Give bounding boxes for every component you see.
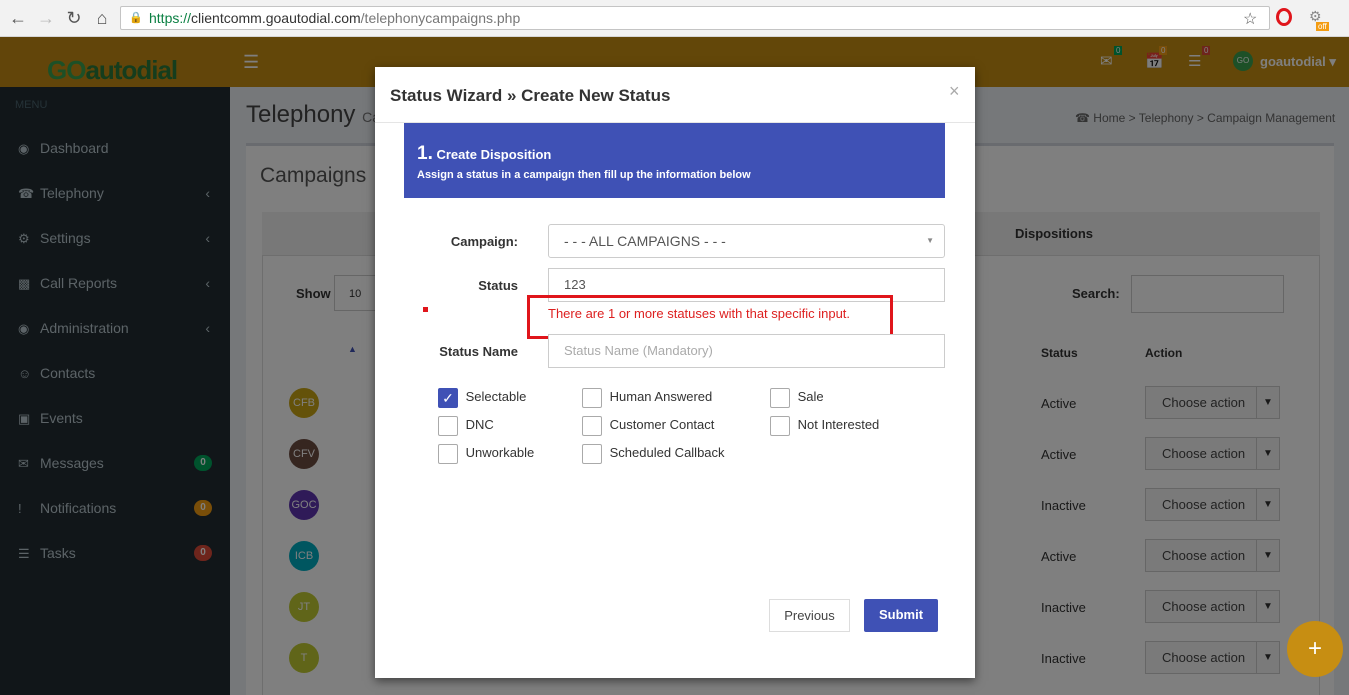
forward-arrow-icon[interactable]: →: [36, 8, 56, 28]
wizard-step-header: 1. Create Disposition Assign a status in…: [404, 123, 945, 198]
campaign-label: Campaign:: [450, 234, 518, 249]
reload-icon[interactable]: ↻: [64, 8, 84, 28]
checkbox-dnc[interactable]: DNC: [438, 416, 494, 436]
home-icon[interactable]: ⌂: [92, 8, 112, 28]
checkbox-unworkable[interactable]: Unworkable: [438, 444, 534, 464]
add-floating-button[interactable]: +: [1287, 621, 1343, 677]
status-name-input[interactable]: Status Name (Mandatory): [548, 334, 945, 368]
extension-badge: off: [1316, 22, 1329, 31]
address-bar[interactable]: https://clientcomm.goautodial.com/teleph…: [120, 6, 1270, 30]
status-label: Status: [478, 278, 518, 293]
star-icon[interactable]: ☆: [1243, 9, 1257, 29]
checkbox-scheduled-callback[interactable]: Scheduled Callback: [582, 444, 725, 464]
step-title: Create Disposition: [436, 147, 552, 162]
checkbox-sale[interactable]: Sale: [770, 388, 824, 408]
url-host: clientcomm.goautodial.com: [191, 10, 361, 26]
checkbox-human-answered[interactable]: Human Answered: [582, 388, 712, 408]
close-icon[interactable]: ×: [949, 81, 960, 102]
modal-title: Status Wizard » Create New Status: [390, 86, 671, 105]
url-protocol: https://: [149, 10, 192, 26]
checkbox-not-interested[interactable]: Not Interested: [770, 416, 879, 436]
url-path: /telephonycampaigns.php: [360, 10, 521, 26]
back-arrow-icon[interactable]: ←: [8, 8, 28, 28]
opera-icon[interactable]: [1276, 8, 1292, 26]
checkbox-customer-contact[interactable]: Customer Contact: [582, 416, 714, 436]
status-wizard-modal: Status Wizard » Create New Status × 1. C…: [375, 67, 975, 678]
step-number: 1.: [417, 143, 433, 164]
check-icon: ✓: [438, 388, 458, 408]
status-name-label: Status Name: [439, 344, 518, 359]
chevron-down-icon: ▼: [926, 236, 934, 245]
error-marker: [423, 307, 428, 312]
submit-button[interactable]: Submit: [864, 599, 938, 632]
status-error-message: There are 1 or more statuses with that s…: [548, 306, 851, 321]
step-subtitle: Assign a status in a campaign then fill …: [417, 169, 751, 181]
previous-button[interactable]: Previous: [769, 599, 850, 632]
checkbox-selectable[interactable]: ✓ Selectable: [438, 388, 526, 408]
campaign-select[interactable]: - - - ALL CAMPAIGNS - - - ▼: [548, 224, 945, 258]
lock-icon: 🔒: [129, 12, 143, 24]
